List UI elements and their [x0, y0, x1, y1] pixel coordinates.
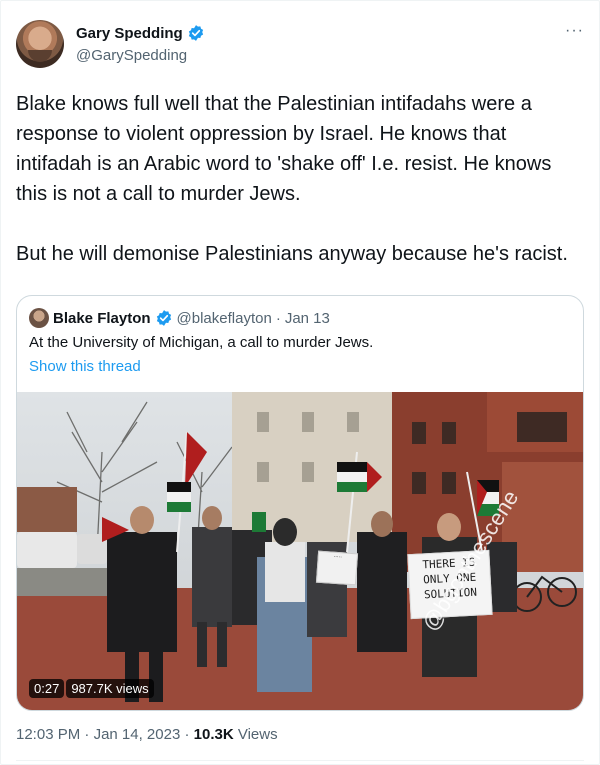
tweet-footer: 12:03 PM · Jan 14, 2023 · 10.3K Views	[16, 726, 278, 743]
author-display-name[interactable]: Gary Spedding	[76, 25, 183, 42]
video-overlay: 0:27 987.7K views	[29, 679, 154, 698]
footer-separator-2: ·	[184, 726, 190, 743]
footer-separator: ·	[84, 726, 90, 743]
verified-badge-icon	[188, 25, 203, 41]
quoted-verified-badge-icon	[156, 310, 171, 326]
author-handle[interactable]: @GarySpedding	[76, 47, 187, 64]
more-icon[interactable]: ···	[565, 23, 584, 39]
quoted-tweet[interactable]: Blake Flayton @blakeflayton · Jan 13 At …	[16, 295, 584, 711]
quoted-author-handle: @blakeflayton	[176, 309, 272, 327]
views-count: 10.3K	[193, 726, 234, 743]
quoted-author-avatar	[29, 308, 49, 328]
tweet-text: Blake knows full well that the Palestini…	[16, 93, 568, 265]
tweet-time[interactable]: 12:03 PM	[16, 726, 80, 743]
views-label: Views	[237, 726, 278, 743]
video-player[interactable]: THERE IS ONLY ONE SOLUTION ..... @bgonth…	[17, 392, 583, 710]
protest-sign-small: .....	[315, 550, 359, 586]
tweet-header: Gary Spedding @GarySpedding ···	[16, 20, 586, 72]
footer-divider	[16, 760, 584, 761]
video-duration: 0:27	[29, 679, 65, 698]
quoted-separator: ·	[275, 309, 281, 327]
quoted-author-name: Blake Flayton	[53, 309, 151, 327]
quoted-date: Jan 13	[284, 309, 330, 327]
author-avatar[interactable]	[16, 20, 64, 68]
video-views: 987.7K views	[66, 679, 154, 698]
video-frame	[17, 392, 583, 710]
quoted-tweet-header: Blake Flayton @blakeflayton · Jan 13	[29, 308, 330, 328]
quoted-tweet-text: At the University of Michigan, a call to…	[29, 334, 374, 351]
tweet-date[interactable]: Jan 14, 2023	[94, 726, 181, 743]
show-thread-link[interactable]: Show this thread	[29, 358, 141, 375]
author-name-row: Gary Spedding	[76, 24, 205, 42]
